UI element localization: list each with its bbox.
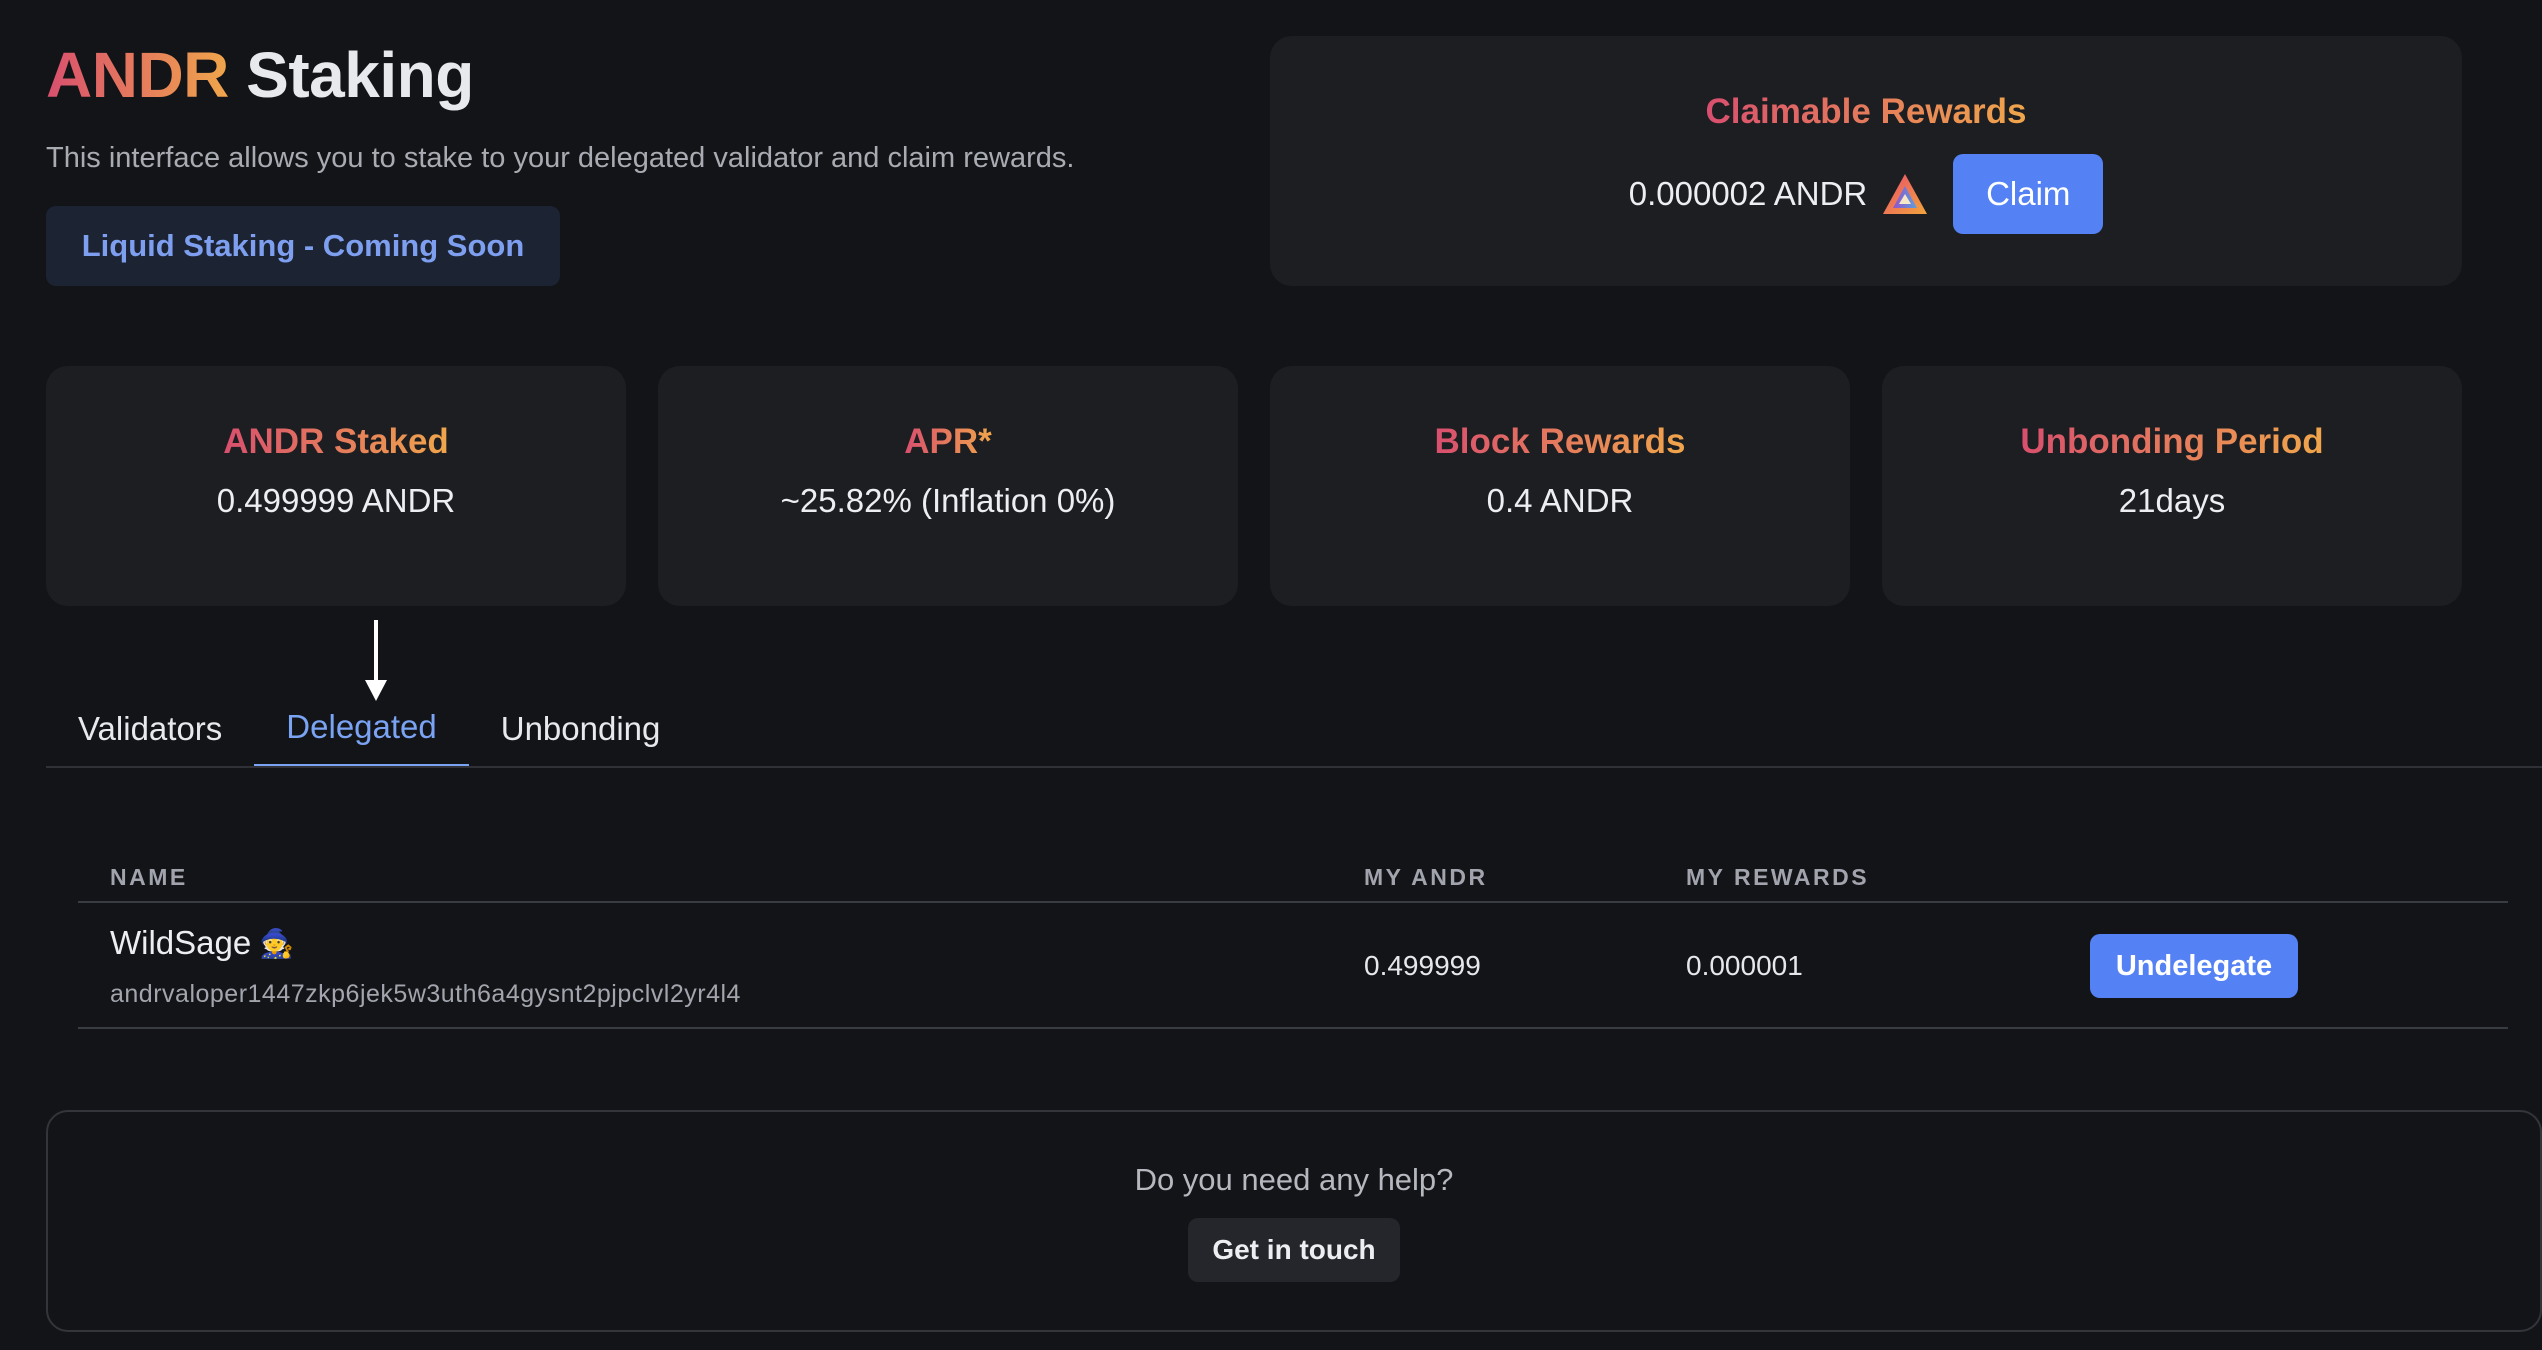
validator-name-cell: WildSage 🧙 <box>110 924 294 962</box>
stat-value: 0.499999 ANDR <box>216 482 456 519</box>
my-andr-value: 0.499999 <box>1364 950 1481 981</box>
stat-title: ANDR Staked <box>223 422 449 461</box>
tab-delegated[interactable]: Delegated <box>254 690 469 768</box>
claimable-amount: 0.000002 ANDR <box>1628 175 1868 212</box>
undelegate-button[interactable]: Undelegate <box>2090 934 2298 998</box>
help-question: Do you need any help? <box>1134 1162 1454 1197</box>
get-in-touch-button[interactable]: Get in touch <box>1188 1218 1400 1282</box>
stat-title: APR* <box>904 422 992 461</box>
stat-title: Unbonding Period <box>2020 422 2324 461</box>
table-header-divider <box>78 901 2508 903</box>
page-subtitle: This interface allows you to stake to yo… <box>46 142 1075 174</box>
stat-card-unbonding-period: Unbonding Period 21days <box>1882 366 2462 606</box>
title-rest: Staking <box>246 39 474 111</box>
my-rewards-value: 0.000001 <box>1686 950 1803 981</box>
tabs-divider <box>46 766 2542 768</box>
help-section: Do you need any help? Get in touch <box>46 1110 2542 1332</box>
tab-unbonding[interactable]: Unbonding <box>469 690 693 768</box>
validator-address: andrvaloper1447zkp6jek5w3uth6a4gysnt2pjp… <box>110 980 741 1008</box>
stat-title: Block Rewards <box>1434 422 1686 461</box>
column-header-my-rewards: MY REWARDS <box>1686 864 1870 890</box>
liquid-staking-button[interactable]: Liquid Staking - Coming Soon <box>46 206 560 286</box>
stat-card-apr: APR* ~25.82% (Inflation 0%) <box>658 366 1238 606</box>
wizard-emoji-icon: 🧙 <box>259 927 295 959</box>
claim-row: 0.000002 ANDR Claim <box>1629 154 2104 234</box>
column-header-my-andr: MY ANDR <box>1364 864 1488 890</box>
validator-name: WildSage <box>110 924 252 961</box>
column-header-name: NAME <box>110 864 188 890</box>
title-brand: ANDR <box>46 39 229 111</box>
stat-value: 0.4 ANDR <box>1486 482 1634 519</box>
tab-bar: Validators Delegated Unbonding <box>46 690 692 768</box>
stat-value: 21days <box>2118 482 2226 519</box>
page-title: ANDR Staking <box>46 38 474 112</box>
claimable-rewards-card: Claimable Rewards 0.000002 ANDR Claim <box>1270 36 2462 286</box>
stat-card-andr-staked: ANDR Staked 0.499999 ANDR <box>46 366 626 606</box>
stat-value: ~25.82% (Inflation 0%) <box>780 482 1116 519</box>
stat-card-block-rewards: Block Rewards 0.4 ANDR <box>1270 366 1850 606</box>
claimable-rewards-title: Claimable Rewards <box>1705 92 2027 131</box>
andromeda-logo-icon <box>1883 174 1928 214</box>
tab-validators[interactable]: Validators <box>46 690 254 768</box>
claim-button[interactable]: Claim <box>1953 154 2104 234</box>
table-row-divider <box>78 1027 2508 1029</box>
